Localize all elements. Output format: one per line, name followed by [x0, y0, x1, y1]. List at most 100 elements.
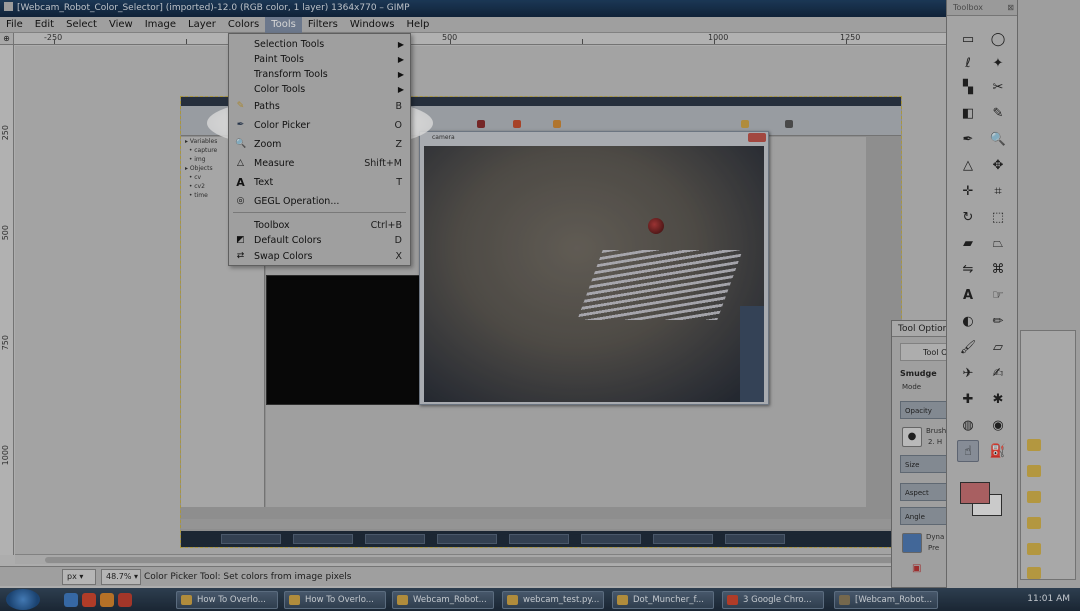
- clone-icon[interactable]: ☞: [987, 284, 1009, 306]
- folder-icon[interactable]: [1027, 491, 1041, 503]
- blend-icon[interactable]: ◐: [957, 310, 979, 332]
- menu-layer[interactable]: Layer: [182, 17, 222, 33]
- status-bar: px ▾ 48.7% ▾ Color Picker Tool: Set colo…: [0, 566, 946, 586]
- camera-window[interactable]: camera: [419, 131, 769, 405]
- menu-item-zoom[interactable]: 🔍 Zoom Z: [229, 136, 410, 153]
- align-icon[interactable]: ✛: [957, 180, 979, 202]
- foreground-color-swatch[interactable]: [960, 482, 990, 504]
- toolbox-header[interactable]: Toolbox ⊠: [947, 0, 1017, 16]
- flip-icon[interactable]: ⇋: [957, 258, 979, 280]
- text-icon[interactable]: A: [957, 284, 979, 306]
- paintbrush-icon[interactable]: 🖌: [957, 336, 979, 358]
- menu-select[interactable]: Select: [60, 17, 103, 33]
- dynamics-value[interactable]: Pre: [928, 544, 939, 552]
- camera-titlebar[interactable]: camera: [420, 132, 768, 144]
- angle-slider[interactable]: Angle: [900, 507, 948, 525]
- menu-item-color-tools[interactable]: Color Tools ▶: [229, 81, 410, 98]
- folder-icon[interactable]: [1027, 517, 1041, 529]
- eraser-icon[interactable]: ▱: [987, 336, 1009, 358]
- ruler-vertical[interactable]: 250 500 750 1000: [0, 45, 14, 555]
- menu-item-paths[interactable]: ✎ Paths B: [229, 98, 410, 115]
- pencil-icon[interactable]: ✏: [987, 310, 1009, 332]
- menu-colors[interactable]: Colors: [222, 17, 265, 33]
- airbrush-icon[interactable]: ✈: [957, 362, 979, 384]
- perspective-clone-icon[interactable]: ✱: [987, 388, 1009, 410]
- gimp-screen: [Webcam_Robot_Color_Selector] (imported)…: [0, 0, 1080, 611]
- blur-icon[interactable]: ◍: [957, 414, 979, 436]
- restore-icon[interactable]: ▣: [912, 563, 921, 574]
- scroll-thumb[interactable]: [45, 557, 915, 563]
- menu-image[interactable]: Image: [139, 17, 182, 33]
- measure-icon[interactable]: △: [957, 154, 979, 176]
- chevron-right-icon: ▶: [397, 85, 404, 94]
- folder-icon[interactable]: [1027, 465, 1041, 477]
- dynamics-icon[interactable]: [902, 533, 922, 553]
- bucket-fill-icon[interactable]: ⛽: [987, 440, 1009, 462]
- zoom-icon[interactable]: 🔍: [987, 128, 1009, 150]
- close-icon[interactable]: ⊠: [1007, 0, 1014, 16]
- menu-item-default-colors[interactable]: ◩ Default Colors D: [229, 232, 410, 249]
- folder-icon[interactable]: [1027, 543, 1041, 555]
- size-slider[interactable]: Size: [900, 455, 948, 473]
- menu-item-gegl-operation[interactable]: ◎ GEGL Operation...: [229, 193, 410, 210]
- smudge-icon[interactable]: ☝: [957, 440, 979, 462]
- scissors-icon[interactable]: ✂: [987, 76, 1009, 98]
- media-icon[interactable]: [118, 593, 132, 607]
- ellipse-select-icon[interactable]: ◯: [987, 28, 1009, 50]
- folder-icon[interactable]: [1027, 439, 1041, 451]
- rotate-icon[interactable]: ↻: [957, 206, 979, 228]
- menu-item-color-picker[interactable]: ✒ Color Picker O: [229, 117, 410, 134]
- foreground-select-icon[interactable]: ◧: [957, 102, 979, 124]
- ruler-corner[interactable]: ⊕: [0, 33, 14, 45]
- perspective-icon[interactable]: ⏢: [987, 232, 1009, 254]
- shear-icon[interactable]: ▰: [957, 232, 979, 254]
- taskbar-item[interactable]: Dot_Muncher_f...: [612, 591, 714, 609]
- menu-view[interactable]: View: [103, 17, 139, 33]
- inner-black-window: [266, 275, 431, 405]
- fuzzy-select-icon[interactable]: ✦: [987, 52, 1009, 74]
- brush-value[interactable]: 2. H: [928, 438, 942, 446]
- taskbar-item[interactable]: Webcam_Robot...: [392, 591, 494, 609]
- taskbar-item[interactable]: How To Overlo...: [284, 591, 386, 609]
- color-picker-icon[interactable]: ✒: [957, 128, 979, 150]
- aspect-ratio-slider[interactable]: Aspect Ratio: [900, 483, 948, 515]
- default-colors-icon: ◩: [236, 235, 245, 245]
- ruler-horizontal[interactable]: -250 500 1000 1250: [14, 33, 946, 45]
- taskbar-item[interactable]: How To Overlo...: [176, 591, 278, 609]
- menu-help[interactable]: Help: [401, 17, 436, 33]
- ink-icon[interactable]: ✍: [987, 362, 1009, 384]
- menu-item-measure[interactable]: △ Measure Shift+M: [229, 155, 410, 172]
- scale-icon[interactable]: ⬚: [987, 206, 1009, 228]
- move-icon[interactable]: ✥: [987, 154, 1009, 176]
- brush-preview-icon[interactable]: ●: [902, 427, 922, 447]
- color-select-icon[interactable]: ▚: [957, 76, 979, 98]
- firefox-icon[interactable]: [100, 593, 114, 607]
- chrome-icon[interactable]: [82, 593, 96, 607]
- rect-select-icon[interactable]: ▭: [957, 28, 979, 50]
- opacity-slider[interactable]: Opacity: [900, 401, 948, 419]
- menu-file[interactable]: File: [0, 17, 29, 33]
- heal-icon[interactable]: ✚: [957, 388, 979, 410]
- cage-icon[interactable]: ⌘: [987, 258, 1009, 280]
- paths-icon[interactable]: ✎: [987, 102, 1009, 124]
- system-clock[interactable]: 11:01 AM: [1027, 588, 1070, 611]
- horizontal-scrollbar[interactable]: [15, 554, 946, 564]
- zoom-select[interactable]: 48.7% ▾: [101, 569, 141, 585]
- menu-tools[interactable]: Tools: [265, 16, 302, 33]
- menu-edit[interactable]: Edit: [29, 17, 60, 33]
- explorer-icon[interactable]: [64, 593, 78, 607]
- taskbar-item[interactable]: [Webcam_Robot...: [834, 591, 938, 609]
- start-button-icon[interactable]: [6, 589, 40, 610]
- close-icon[interactable]: [748, 133, 766, 142]
- unit-select[interactable]: px ▾: [62, 569, 96, 585]
- menu-filters[interactable]: Filters: [302, 17, 344, 33]
- menu-item-text[interactable]: A Text T: [229, 174, 410, 191]
- taskbar-item[interactable]: webcam_test.py...: [502, 591, 604, 609]
- folder-icon[interactable]: [1027, 567, 1041, 579]
- lasso-icon[interactable]: ℓ: [957, 52, 979, 74]
- menu-item-swap-colors[interactable]: ⇄ Swap Colors X: [229, 248, 410, 265]
- dodge-burn-icon[interactable]: ◉: [987, 414, 1009, 436]
- crop-icon[interactable]: ⌗: [987, 180, 1009, 202]
- taskbar-item[interactable]: 3 Google Chro...: [722, 591, 824, 609]
- menu-windows[interactable]: Windows: [344, 17, 401, 33]
